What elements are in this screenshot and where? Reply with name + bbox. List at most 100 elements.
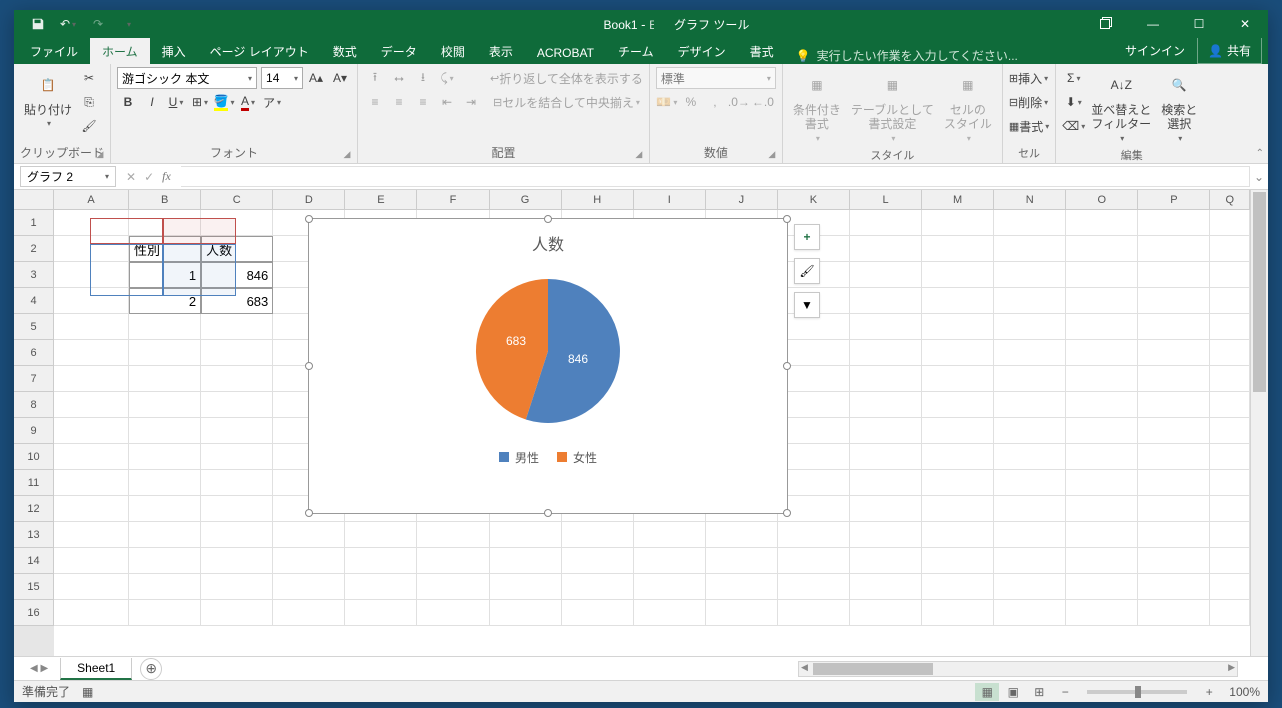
underline-button[interactable]: U▾ (165, 91, 187, 113)
view-pagebreak-button[interactable]: ⊞ (1027, 683, 1051, 701)
zoom-out-button[interactable]: − (1053, 683, 1077, 701)
enter-formula-icon[interactable]: ✓ (144, 170, 154, 184)
font-name-select[interactable]: 游ゴシック 本文▾ (117, 67, 257, 89)
align-dialog-icon[interactable]: ◢ (633, 149, 645, 161)
tab-page-layout[interactable]: ページ レイアウト (198, 38, 321, 64)
chart-styles-button[interactable]: 🖌 (794, 258, 820, 284)
tab-chart-format[interactable]: 書式 (738, 38, 786, 64)
tab-review[interactable]: 校閲 (429, 38, 477, 64)
font-dialog-icon[interactable]: ◢ (341, 149, 353, 161)
clear-button[interactable]: ⌫▾ (1062, 115, 1085, 137)
chart-object[interactable]: 人数 846 683 男性 女性 (308, 218, 788, 514)
undo-button[interactable]: ↶▾ (54, 12, 82, 36)
format-painter-button[interactable]: 🖌 (78, 115, 100, 137)
fill-color-button[interactable]: 🪣▾ (213, 91, 235, 113)
sign-in-link[interactable]: サインイン (1113, 42, 1197, 59)
tab-file[interactable]: ファイル (18, 38, 90, 64)
autosum-button[interactable]: Σ▾ (1062, 67, 1085, 89)
insert-cells-button[interactable]: ⊞ 挿入 ▾ (1009, 67, 1048, 89)
fx-icon[interactable]: fx (162, 169, 171, 184)
merge-center-button[interactable]: ⊟ セルを結合して中央揃え▾ (490, 91, 643, 113)
find-select-button[interactable]: 🔍検索と 選択▾ (1157, 67, 1201, 145)
resize-handle[interactable] (305, 215, 313, 223)
row-headers[interactable]: 12345678910111213141516 (14, 210, 54, 656)
qat-customize[interactable]: ▾ (114, 12, 142, 36)
spreadsheet-grid[interactable]: ABCDEFGHIJKLMNOPQ 1234567891011121314151… (14, 190, 1268, 656)
indent-inc-button[interactable]: ⇥ (460, 91, 482, 113)
zoom-in-button[interactable]: + (1197, 683, 1221, 701)
name-box[interactable]: グラフ 2▾ (20, 166, 116, 187)
tab-data[interactable]: データ (369, 38, 429, 64)
resize-handle[interactable] (783, 215, 791, 223)
tab-acrobat[interactable]: ACROBAT (525, 41, 606, 64)
percent-button[interactable]: % (680, 91, 702, 113)
indent-dec-button[interactable]: ⇤ (436, 91, 458, 113)
chart-title[interactable]: 人数 (309, 219, 787, 261)
orientation-button[interactable]: ⤹▾ (436, 67, 458, 89)
view-normal-button[interactable]: ▦ (975, 683, 999, 701)
align-bottom-button[interactable]: ⭳ (412, 67, 434, 89)
dec-decimal-button[interactable]: ←.0 (752, 91, 774, 113)
border-button[interactable]: ⊞▾ (189, 91, 211, 113)
tab-home[interactable]: ホーム (90, 38, 150, 64)
view-layout-button[interactable]: ▣ (1001, 683, 1025, 701)
save-button[interactable] (24, 12, 52, 36)
format-table-button[interactable]: ▦テーブルとして 書式設定▾ (847, 67, 938, 145)
comma-button[interactable]: , (704, 91, 726, 113)
accounting-button[interactable]: 💴▾ (656, 91, 678, 113)
sort-filter-button[interactable]: A↓Z並べ替えと フィルター▾ (1087, 67, 1155, 145)
redo-button[interactable]: ↷ (84, 12, 112, 36)
tell-me-input[interactable]: 💡 実行したい作業を入力してください... (786, 47, 1028, 64)
tab-team[interactable]: チーム (606, 38, 666, 64)
column-headers[interactable]: ABCDEFGHIJKLMNOPQ (54, 190, 1250, 210)
chart-filters-button[interactable]: ▼ (794, 292, 820, 318)
new-sheet-button[interactable]: ⊕ (140, 658, 162, 680)
shrink-font-button[interactable]: A▾ (329, 67, 351, 89)
sheet-tab-sheet1[interactable]: Sheet1 (60, 658, 132, 680)
font-color-button[interactable]: A▾ (237, 91, 259, 113)
paste-button[interactable]: 📋貼り付け▾ (20, 67, 76, 131)
horizontal-scrollbar[interactable]: ◀▶ (798, 661, 1238, 677)
resize-handle[interactable] (783, 362, 791, 370)
resize-handle[interactable] (544, 215, 552, 223)
grow-font-button[interactable]: A▴ (305, 67, 327, 89)
italic-button[interactable]: I (141, 91, 163, 113)
align-top-button[interactable]: ⭱ (364, 67, 386, 89)
align-right-button[interactable]: ≡ (412, 91, 434, 113)
bold-button[interactable]: B (117, 91, 139, 113)
font-size-select[interactable]: 14▾ (261, 67, 303, 89)
resize-handle[interactable] (783, 509, 791, 517)
formula-bar[interactable] (181, 166, 1250, 187)
cell-styles-button[interactable]: ▦セルの スタイル▾ (940, 67, 996, 145)
conditional-format-button[interactable]: ▦条件付き 書式▾ (789, 67, 845, 145)
align-left-button[interactable]: ≡ (364, 91, 386, 113)
sheet-nav[interactable]: ◀ ▶ (30, 663, 60, 674)
align-center-button[interactable]: ≡ (388, 91, 410, 113)
inc-decimal-button[interactable]: .0→ (728, 91, 750, 113)
wrap-text-button[interactable]: ↩ 折り返して全体を表示する (490, 67, 643, 89)
tab-view[interactable]: 表示 (477, 38, 525, 64)
tab-chart-design[interactable]: デザイン (666, 38, 738, 64)
number-format-select[interactable]: 標準▾ (656, 67, 776, 89)
ribbon-display-options[interactable] (1084, 10, 1130, 38)
delete-cells-button[interactable]: ⊟ 削除 ▾ (1009, 91, 1048, 113)
zoom-level[interactable]: 100% (1229, 685, 1260, 699)
maximize-button[interactable]: ☐ (1176, 10, 1222, 38)
close-button[interactable]: ✕ (1222, 10, 1268, 38)
select-all-corner[interactable] (14, 190, 54, 210)
tab-formulas[interactable]: 数式 (321, 38, 369, 64)
phonetic-button[interactable]: ア▾ (261, 91, 283, 113)
cancel-formula-icon[interactable]: ✕ (126, 170, 136, 184)
align-middle-button[interactable]: ⭤ (388, 67, 410, 89)
expand-formula-bar-icon[interactable]: ⌄ (1250, 170, 1268, 184)
cut-button[interactable]: ✂ (78, 67, 100, 89)
format-cells-button[interactable]: ▦ 書式 ▾ (1009, 115, 1049, 137)
macro-record-icon[interactable]: ▦ (82, 685, 93, 699)
chart-legend[interactable]: 男性 女性 (309, 441, 787, 474)
tab-insert[interactable]: 挿入 (150, 38, 198, 64)
number-dialog-icon[interactable]: ◢ (766, 149, 778, 161)
share-button[interactable]: 👤 共有 (1197, 37, 1262, 64)
minimize-button[interactable]: — (1130, 10, 1176, 38)
pie-chart[interactable]: 846 683 (309, 261, 787, 441)
resize-handle[interactable] (305, 509, 313, 517)
